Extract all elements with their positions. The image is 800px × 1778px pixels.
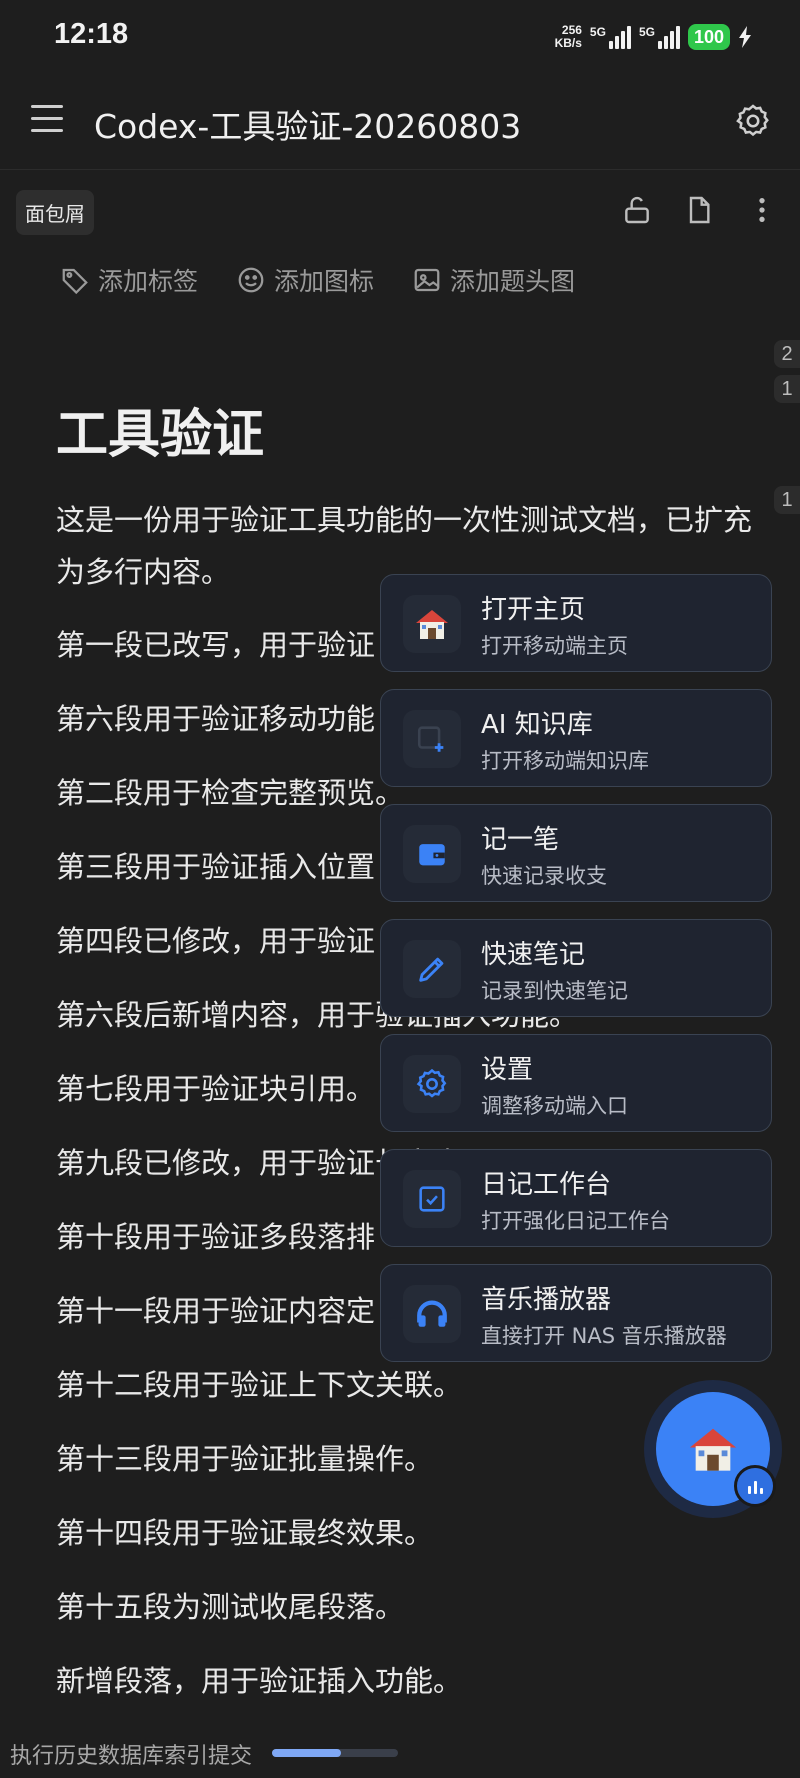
paragraph[interactable]: 第十一段用于验证内容定 [56,1288,375,1330]
knowledge-base-icon [403,710,461,768]
paragraph[interactable]: 第十二段用于验证上下文关联。 [56,1362,462,1404]
menu-item-open-home[interactable]: 打开主页 打开移动端主页 [380,574,772,672]
gutter-marker[interactable]: 1 [774,375,800,403]
menu-item-diary-workbench[interactable]: 日记工作台 打开强化日记工作台 [380,1149,772,1247]
smiley-icon [238,267,264,293]
gear-icon[interactable] [734,102,772,140]
meta-actions: 添加标签 添加图标 添加题头图 [60,262,575,298]
image-icon [414,268,440,292]
add-icon-label: 添加图标 [274,267,375,296]
menu-item-ai-knowledge[interactable]: AI 知识库 打开移动端知识库 [380,689,772,787]
network-type-1: 5G [589,25,606,39]
hamburger-menu-icon[interactable] [31,105,63,137]
menu-item-subtitle: 直接打开 NAS 音乐播放器 [481,1324,727,1348]
status-time: 12:18 [54,18,129,50]
add-cover-label: 添加题头图 [450,267,576,296]
menu-item-title: 快速笔记 [481,940,586,970]
add-tag-label: 添加标签 [98,267,199,296]
menu-item-music-player[interactable]: 音乐播放器 直接打开 NAS 音乐播放器 [380,1264,772,1362]
menu-item-subtitle: 打开移动端主页 [481,634,628,658]
menu-item-subtitle: 打开强化日记工作台 [481,1209,670,1233]
paragraph[interactable]: 第四段已修改，用于验证 [56,918,375,960]
menu-item-subtitle: 快速记录收支 [481,864,607,888]
menu-item-subtitle: 调整移动端入口 [481,1094,628,1118]
menu-item-title: 日记工作台 [481,1170,612,1200]
task-progress-bar [272,1749,398,1757]
signal-bars-icon [657,25,680,49]
document-title[interactable]: 工具验证 [56,392,264,467]
menu-item-title: 音乐播放器 [481,1285,612,1315]
paragraph[interactable]: 第十段用于验证多段落排 [56,1214,375,1256]
equalizer-icon[interactable] [734,1465,776,1507]
menu-item-title: 设置 [481,1055,534,1085]
home-icon [403,595,461,653]
network-type-2: 5G [638,25,655,39]
menu-item-subtitle: 记录到快速笔记 [481,979,628,1003]
home-icon [689,1428,737,1471]
background-task-status: 执行历史数据库索引提交 [10,1744,253,1769]
menu-item-title: 打开主页 [481,595,586,625]
paragraph[interactable]: 第二段用于检查完整预览。 [56,770,404,812]
document-icon[interactable] [683,194,715,226]
page-title: Codex-工具验证-20260803 [94,107,522,146]
pencil-icon [403,940,461,998]
task-progress-fill [272,1749,342,1757]
status-bar: 12:18 256 KB/s 5G 5G 100 [0,0,800,74]
gear-icon [403,1055,461,1113]
paragraph[interactable]: 第三段用于验证插入位置 [56,844,375,886]
unlock-icon[interactable] [621,194,653,226]
headphones-icon [403,1285,461,1343]
paragraph[interactable]: 第十四段用于验证最终效果。 [56,1510,433,1552]
menu-item-settings[interactable]: 设置 调整移动端入口 [380,1034,772,1132]
paragraph[interactable]: 第六段用于验证移动功能 [56,696,375,738]
paragraph[interactable]: 新增段落，用于验证插入功能。 [56,1658,462,1700]
paragraph[interactable]: 第十三段用于验证批量操作。 [56,1436,433,1478]
more-vertical-icon[interactable] [746,194,778,226]
gutter-marker[interactable]: 1 [774,486,800,514]
breadcrumb[interactable]: 面包屑 [16,190,94,235]
menu-item-subtitle: 打开移动端知识库 [481,749,649,773]
menu-item-quick-note[interactable]: 快速笔记 记录到快速笔记 [380,919,772,1017]
menu-item-record-expense[interactable]: 记一笔 快速记录收支 [380,804,772,902]
add-icon-button[interactable]: 添加图标 [236,262,374,298]
app-bar: Codex-工具验证-20260803 [0,74,800,170]
signal-bars-icon [608,25,631,49]
paragraph[interactable]: 第十五段为测试收尾段落。 [56,1584,404,1626]
add-tag-button[interactable]: 添加标签 [60,262,198,298]
calendar-check-icon [403,1170,461,1228]
app-screen: 12:18 256 KB/s 5G 5G 100 Codex-工具验证-2026… [0,0,800,1778]
network-speed-unit: KB/s [554,36,582,50]
add-cover-button[interactable]: 添加题头图 [412,262,575,298]
signal-1: 5G [590,25,631,49]
status-indicators: 256 KB/s 5G 5G 100 [555,20,752,54]
tag-icon [62,268,88,295]
charging-bolt-icon [739,26,751,48]
wallet-icon [403,825,461,883]
gutter-marker[interactable]: 2 [774,340,800,368]
battery-level: 100 [687,24,730,50]
paragraph[interactable]: 第七段用于验证块引用。 [56,1066,375,1108]
signal-2: 5G [639,25,680,49]
paragraph[interactable]: 第一段已改写，用于验证 [56,622,375,664]
network-speed: 256 KB/s [555,24,582,50]
menu-item-title: AI 知识库 [481,710,593,740]
menu-item-title: 记一笔 [481,825,560,855]
